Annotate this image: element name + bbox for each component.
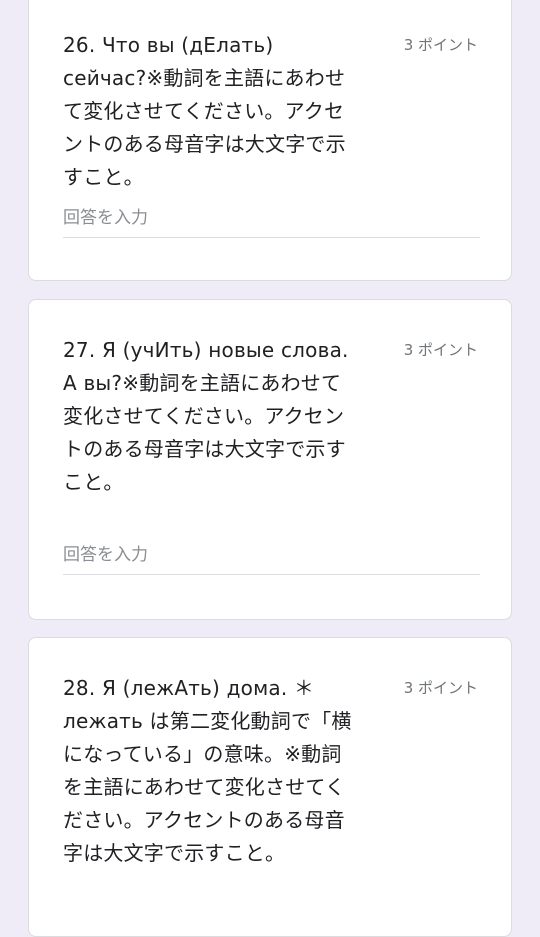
points-label: 3 ポイント — [403, 36, 478, 54]
question-title: 28. Я (лежАть) дома. ＊лежать は第二変化動詞で「横に… — [63, 676, 352, 865]
answer-input[interactable] — [63, 199, 480, 238]
question-card-27: 27. Я (учИть) новые слова. А вы?※動詞を主語にあ… — [28, 299, 512, 620]
question-title: 27. Я (учИть) новые слова. А вы?※動詞を主語にあ… — [63, 338, 349, 494]
question-title: 26. Что вы (дЕлать) сейчас?※動詞を主語にあわせて変化… — [63, 33, 346, 189]
points-label: 3 ポイント — [403, 341, 478, 359]
answer-input[interactable] — [63, 536, 480, 575]
question-card-28: 28. Я (лежАть) дома. ＊лежать は第二変化動詞で「横に… — [28, 637, 512, 937]
question-card-26: 26. Что вы (дЕлать) сейчас?※動詞を主語にあわせて変化… — [28, 0, 512, 281]
points-label: 3 ポイント — [403, 679, 478, 697]
